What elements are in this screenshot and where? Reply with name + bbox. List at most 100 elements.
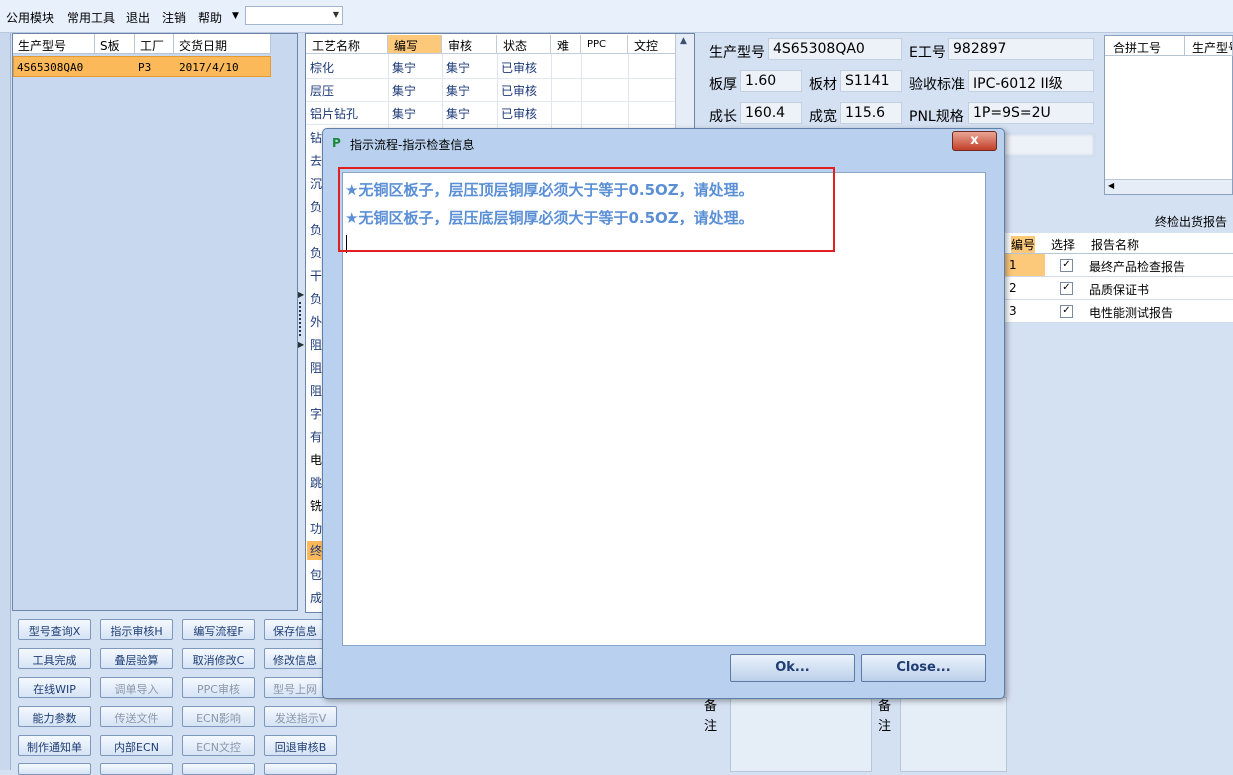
internal-ecn-button[interactable]: 内部ECN <box>100 735 173 756</box>
cell-factory: P3 <box>138 61 152 74</box>
model-field[interactable]: 4S65308QA0 <box>768 38 902 60</box>
process-label[interactable]: 跳 <box>310 474 322 491</box>
length-field[interactable]: 160.4 <box>740 102 802 124</box>
col-header-reviewer[interactable]: 审核 <box>442 35 497 54</box>
review-instruction-button[interactable]: 指示审核H <box>100 619 173 640</box>
width-field[interactable]: 115.6 <box>840 102 902 124</box>
col-header-process-name[interactable]: 工艺名称 <box>306 35 388 54</box>
edit-info-button[interactable]: 修改信息 <box>264 648 330 669</box>
process-label[interactable]: 成 <box>310 589 322 606</box>
remark-field-b[interactable] <box>900 697 1007 772</box>
checkbox[interactable]: ✓ <box>1060 282 1073 295</box>
make-notice-button[interactable]: 制作通知单 <box>18 735 91 756</box>
process-label[interactable]: 沉 <box>310 175 322 192</box>
col-header-select[interactable]: 选择 <box>1051 236 1075 253</box>
partial-button-3[interactable] <box>182 763 255 775</box>
write-flow-button[interactable]: 编写流程F <box>182 619 255 640</box>
col-header-factory[interactable]: 工厂 <box>135 34 174 54</box>
revert-review-button[interactable]: 回退审核B <box>264 735 337 756</box>
col-header-status[interactable]: 状态 <box>497 35 551 54</box>
col-header-s-board[interactable]: S板 <box>95 34 135 54</box>
send-instruction-button[interactable]: 发送指示V <box>264 706 337 727</box>
transfer-file-button[interactable]: 传送文件 <box>100 706 173 727</box>
col-header-report-name[interactable]: 报告名称 <box>1091 236 1139 253</box>
query-model-button[interactable]: 型号查询X <box>18 619 91 640</box>
process-label[interactable]: 干 <box>310 267 322 284</box>
close-icon[interactable]: x <box>952 131 997 151</box>
checkbox[interactable]: ✓ <box>1060 259 1073 272</box>
scroll-up-icon[interactable]: ▲ <box>680 36 687 46</box>
process-label[interactable]: 阻 <box>310 382 322 399</box>
col-header-no[interactable]: 编号 <box>1011 236 1036 253</box>
col-header-combine-no[interactable]: 合拼工号 <box>1105 36 1185 56</box>
ecn-doc-control-button[interactable]: ECN文控 <box>182 735 255 756</box>
partial-button-1[interactable] <box>18 763 91 775</box>
model-online-button[interactable]: 型号上网 <box>264 677 330 698</box>
process-label[interactable]: 字 <box>310 405 322 422</box>
col-header-ppc[interactable]: PPC <box>581 35 628 54</box>
menu-help[interactable]: 帮助 <box>198 9 222 26</box>
process-label[interactable]: 去 <box>310 152 322 169</box>
help-dropdown-icon[interactable]: ▼ <box>232 11 239 21</box>
model-grid: 生产型号 S板 工厂 交货日期 4S65308QA0 P3 2017/4/10 <box>12 33 298 611</box>
process-label[interactable]: 包 <box>310 566 322 583</box>
partial-button-4[interactable] <box>264 763 337 775</box>
process-label[interactable]: 电 <box>310 451 322 468</box>
tool-complete-button[interactable]: 工具完成 <box>18 648 91 669</box>
scroll-left-icon[interactable]: ◀ <box>1108 181 1114 190</box>
process-label[interactable]: 有 <box>310 428 322 445</box>
col-header-date[interactable]: 交货日期 <box>174 34 271 54</box>
ecn-impact-button[interactable]: ECN影响 <box>182 706 255 727</box>
process-label[interactable]: 阻 <box>310 359 322 376</box>
process-label[interactable]: 阻 <box>310 336 322 353</box>
close-button[interactable]: Close... <box>861 654 986 682</box>
capability-params-button[interactable]: 能力参数 <box>18 706 91 727</box>
col-header-doc-control[interactable]: 文控 <box>628 35 678 54</box>
table-row[interactable]: 4S65308QA0 P3 2017/4/10 <box>13 56 271 77</box>
left-collapse-strip[interactable] <box>0 33 11 770</box>
horizontal-scrollbar[interactable]: ◀ <box>1105 179 1232 194</box>
menu-logout[interactable]: 注销 <box>162 9 186 26</box>
process-label[interactable]: 功 <box>310 520 322 537</box>
menu-public-module[interactable]: 公用模块 <box>6 9 54 26</box>
ok-button[interactable]: Ok... <box>730 654 855 682</box>
save-info-button[interactable]: 保存信息 <box>264 619 330 640</box>
menu-exit[interactable]: 退出 <box>126 9 150 26</box>
splitter-handle[interactable]: ▶ ▶ <box>298 290 304 350</box>
pnl-field[interactable]: 1P=9S=2U <box>968 102 1094 124</box>
remark-field-a[interactable] <box>730 697 872 772</box>
cell-status: 已审核 <box>501 61 538 75</box>
thickness-field[interactable]: 1.60 <box>740 70 802 92</box>
col-header-model[interactable]: 生产型号 <box>13 34 95 54</box>
process-label[interactable]: 负 <box>310 198 322 215</box>
cancel-edit-button[interactable]: 取消修改C <box>182 648 255 669</box>
process-label[interactable]: 负 <box>310 290 322 307</box>
table-row[interactable]: 2 ✓ 品质保证书 <box>1005 277 1233 300</box>
table-row[interactable]: 3 ✓ 电性能测试报告 <box>1005 300 1233 323</box>
table-row[interactable]: 铝片钻孔 集宁 集宁 已审核 <box>306 101 678 125</box>
table-row[interactable]: 层压 集宁 集宁 已审核 <box>306 78 678 102</box>
import-order-button[interactable]: 调单导入 <box>100 677 173 698</box>
ppc-review-button[interactable]: PPC审核 <box>182 677 255 698</box>
checkbox[interactable]: ✓ <box>1060 305 1073 318</box>
col-header-writer[interactable]: 编写 <box>388 35 442 54</box>
process-label[interactable]: 外 <box>310 313 322 330</box>
stackup-verify-button[interactable]: 叠层验算 <box>100 648 173 669</box>
process-label[interactable]: 铣 <box>310 497 322 514</box>
col-header-combine-model[interactable]: 生产型号 <box>1185 36 1233 56</box>
process-grid-scrollbar[interactable]: ▲ <box>675 34 694 134</box>
eno-field[interactable]: 982897 <box>948 38 1094 60</box>
partial-button-2[interactable] <box>100 763 173 775</box>
col-header-difficulty[interactable]: 难 <box>551 35 581 54</box>
table-row[interactable]: 棕化 集宁 集宁 已审核 <box>306 55 678 79</box>
process-label[interactable]: 负 <box>310 244 322 261</box>
table-row[interactable]: 1 ✓ 最终产品检查报告 <box>1005 254 1233 277</box>
material-field[interactable]: S1141 <box>840 70 902 92</box>
menu-common-tools[interactable]: 常用工具 <box>67 9 115 26</box>
online-wip-button[interactable]: 在线WIP <box>18 677 91 698</box>
report-panel: 终检出货报告 编号 选择 报告名称 1 ✓ 最终产品检查报告 2 ✓ 品质保证书… <box>1005 205 1233 770</box>
process-label[interactable]: 负 <box>310 221 322 238</box>
standard-field[interactable]: IPC-6012 II级 <box>968 70 1094 92</box>
process-label[interactable]: 钻 <box>310 129 322 146</box>
toolbar-combo[interactable]: ▼ <box>245 6 343 25</box>
